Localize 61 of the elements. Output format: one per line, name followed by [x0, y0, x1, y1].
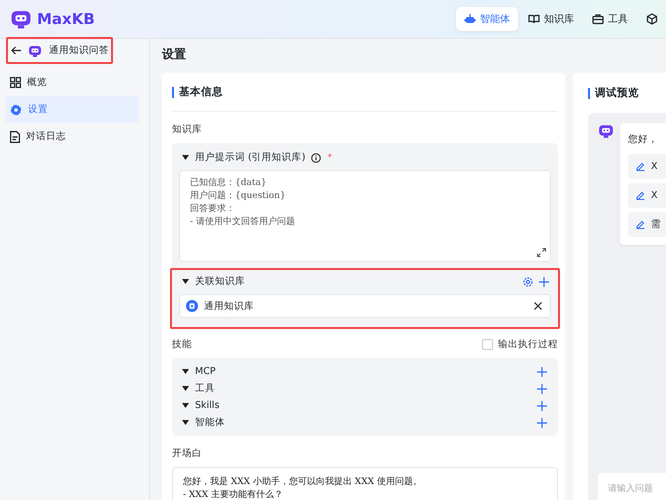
chat-bot-icon: [10, 8, 32, 30]
caret-icon[interactable]: [182, 403, 189, 408]
caret-icon[interactable]: [182, 420, 189, 425]
checkbox[interactable]: [482, 339, 493, 350]
book-icon: [528, 13, 540, 25]
suggestion-item[interactable]: X: [628, 154, 666, 179]
app-title: 通用知识问答: [49, 44, 109, 57]
sidebar-item[interactable]: 对话日志: [5, 123, 139, 150]
greeting-text: 您好，: [628, 133, 659, 146]
skill-label: 工具: [195, 382, 216, 395]
robot-icon: [464, 13, 476, 25]
caret-icon[interactable]: [182, 386, 189, 391]
linked-knowledge-label: 关联知识库: [195, 275, 246, 288]
logo-text: MaxKB: [37, 10, 95, 28]
page-title: 设置: [162, 46, 187, 63]
toolbox-icon: [592, 13, 604, 25]
knowledge-icon: [186, 300, 198, 312]
knowledge-name: 通用知识库: [204, 300, 255, 312]
section-title: 调试预览: [588, 88, 639, 98]
skill-label: Skills: [195, 400, 220, 411]
section-title: 基本信息: [172, 86, 223, 98]
caret-icon[interactable]: [182, 155, 189, 160]
back-arrow-icon[interactable]: [11, 46, 21, 55]
nav-tab[interactable]: 智能体: [456, 7, 518, 31]
grid-icon: [10, 77, 21, 88]
add-icon[interactable]: [537, 384, 547, 394]
pencil-icon: [636, 162, 645, 171]
pencil-icon: [636, 191, 645, 200]
chat-bot-icon: [598, 123, 614, 139]
suggestion-item[interactable]: 需: [628, 212, 666, 237]
field-label: 知识库: [172, 123, 203, 136]
opening-field[interactable]: 您好，我是 XXX 小助手，您可以向我提出 XXX 使用问题。 - XXX 主要功能有什么？: [172, 467, 558, 500]
nav-tab[interactable]: 知识库: [520, 7, 582, 31]
suggestion-item[interactable]: X: [628, 183, 666, 208]
expand-icon[interactable]: [537, 248, 546, 257]
field-label: 技能: [172, 338, 192, 351]
required-mark: *: [327, 152, 332, 162]
skill-label: 智能体: [195, 416, 226, 429]
sidebar-item[interactable]: 概览: [5, 69, 139, 96]
sidebar-item[interactable]: 设置: [5, 96, 139, 123]
nav-tab[interactable]: 工具: [584, 7, 636, 31]
checkbox-label: 输出执行过程: [498, 338, 558, 351]
field-label: 开场白: [172, 447, 203, 460]
skill-label: MCP: [195, 366, 217, 377]
pencil-icon: [636, 220, 645, 229]
add-icon[interactable]: [537, 366, 547, 376]
gear-icon: [10, 104, 22, 116]
add-icon[interactable]: [537, 418, 547, 428]
info-icon[interactable]: [311, 152, 322, 162]
document-icon: [10, 130, 20, 142]
add-icon[interactable]: [537, 400, 547, 410]
prompt-field[interactable]: 已知信息：{data} 用户问题：{question} 回答要求： - 请使用中文回答用户问题: [179, 170, 551, 262]
chat-bot-icon: [28, 44, 42, 58]
caret-icon[interactable]: [182, 279, 189, 284]
cube-icon: [646, 13, 658, 25]
knowledge-item[interactable]: 通用知识库: [179, 294, 551, 318]
prompt-label: 用户提示词 (引用知识库): [195, 151, 306, 164]
add-icon[interactable]: [539, 276, 549, 286]
settings-icon[interactable]: [523, 276, 533, 286]
close-icon[interactable]: [534, 302, 542, 310]
caret-icon[interactable]: [182, 369, 189, 374]
